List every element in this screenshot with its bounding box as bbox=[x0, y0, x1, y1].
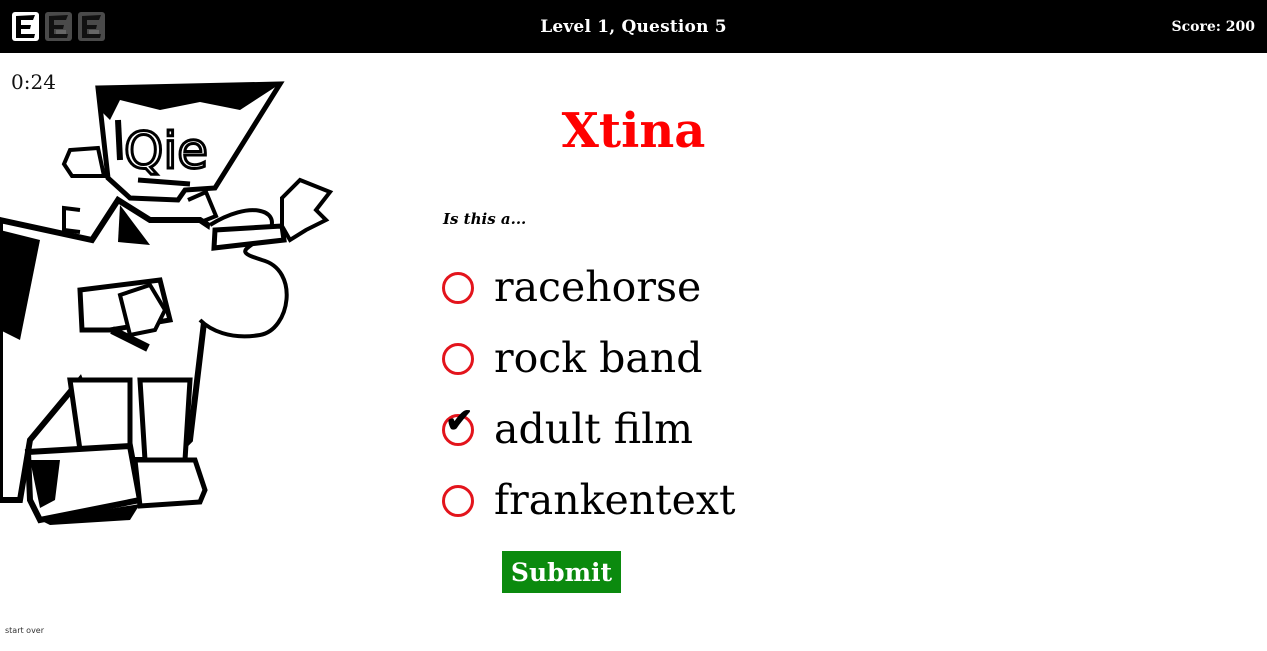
question-prompt: Is this a... bbox=[443, 210, 527, 228]
option-frankentext[interactable]: frankentext bbox=[442, 465, 735, 536]
radio-ring-icon bbox=[442, 484, 474, 517]
start-over-link[interactable]: start over bbox=[5, 626, 44, 635]
radio-button[interactable] bbox=[442, 271, 474, 304]
option-label: racehorse bbox=[494, 263, 702, 311]
option-label: frankentext bbox=[494, 476, 736, 524]
score-display: Score: 200 bbox=[1171, 19, 1255, 35]
submit-button[interactable]: Submit bbox=[502, 551, 621, 593]
radio-button[interactable] bbox=[442, 484, 474, 517]
radio-button-selected[interactable]: ✔ bbox=[442, 404, 474, 446]
option-adult-film[interactable]: ✔ adult film bbox=[442, 394, 735, 465]
radio-ring-icon bbox=[442, 342, 474, 375]
option-racehorse[interactable]: racehorse bbox=[442, 252, 735, 323]
option-label: adult film bbox=[494, 405, 694, 453]
question-word: Xtina bbox=[561, 103, 706, 159]
radio-button[interactable] bbox=[442, 342, 474, 375]
radio-ring-icon bbox=[442, 271, 474, 304]
top-bar: Level 1, Question 5 Score: 200 bbox=[0, 0, 1267, 53]
option-rock-band[interactable]: rock band bbox=[442, 323, 735, 394]
checkmark-icon: ✔ bbox=[445, 400, 474, 441]
answer-options: racehorse rock band ✔ adult film franken… bbox=[442, 252, 735, 536]
level-question-title: Level 1, Question 5 bbox=[540, 17, 727, 37]
option-label: rock band bbox=[494, 334, 703, 382]
